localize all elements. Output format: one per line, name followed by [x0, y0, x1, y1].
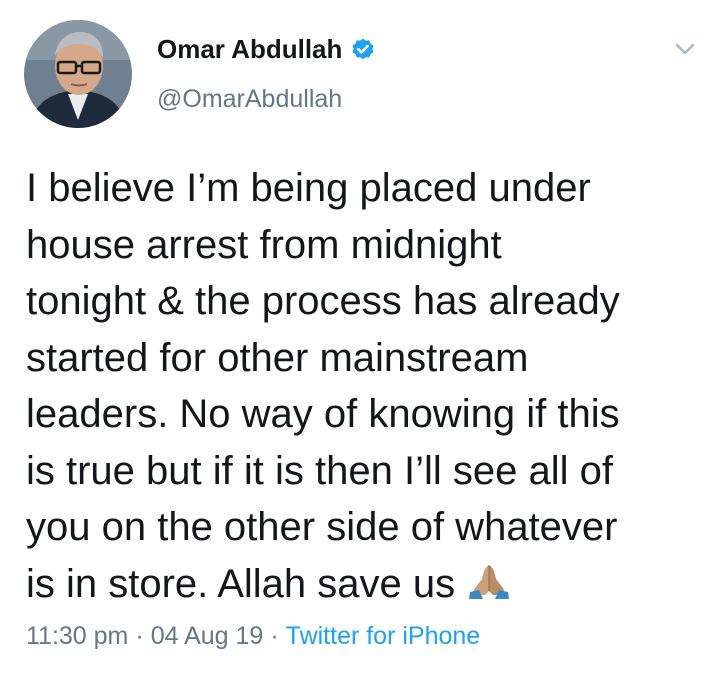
tweet-text-line-last: is in store. Allah save us [26, 556, 706, 613]
tweet-text: I believe I’m being placed under house a… [26, 160, 706, 612]
folded-hands-emoji [469, 564, 510, 599]
tweet-card: Omar Abdullah @OmarAbdullah I believe I’… [0, 0, 720, 675]
tweet-text-line: leaders. No way of knowing if this [26, 392, 620, 436]
tweet-time[interactable]: 11:30 pm [26, 622, 128, 650]
author-handle[interactable]: @OmarAbdullah [157, 85, 342, 114]
tweet-text-line: started for other mainstream [26, 335, 529, 380]
tweet-text-line: tonight & the process has already [26, 279, 620, 323]
tweet-text-line: you on the other side of whatever [26, 505, 618, 549]
meta-separator: · [270, 622, 279, 650]
tweet-text-line: is in store. Allah save us [26, 561, 456, 606]
avatar-photo [24, 20, 132, 128]
tweet-text-line: is true but if it is then I’ll see all o… [26, 448, 613, 493]
chevron-down-icon [675, 43, 695, 55]
tweet-source-link[interactable]: Twitter for iPhone [286, 622, 481, 650]
author-name-text: Omar Abdullah [157, 34, 343, 64]
meta-separator: · [135, 622, 144, 650]
tweet-menu-button[interactable] [670, 36, 700, 62]
avatar[interactable] [24, 20, 132, 128]
author-name[interactable]: Omar Abdullah [157, 34, 376, 65]
tweet-date[interactable]: 04 Aug 19 [151, 622, 264, 650]
verified-badge-icon [352, 38, 374, 59]
tweet-meta: 11:30 pm · 04 Aug 19 · Twitter for iPhone [26, 622, 480, 651]
tweet-text-line: I believe I’m being placed under [26, 166, 591, 210]
tweet-text-line: house arrest from midnight [26, 222, 502, 267]
